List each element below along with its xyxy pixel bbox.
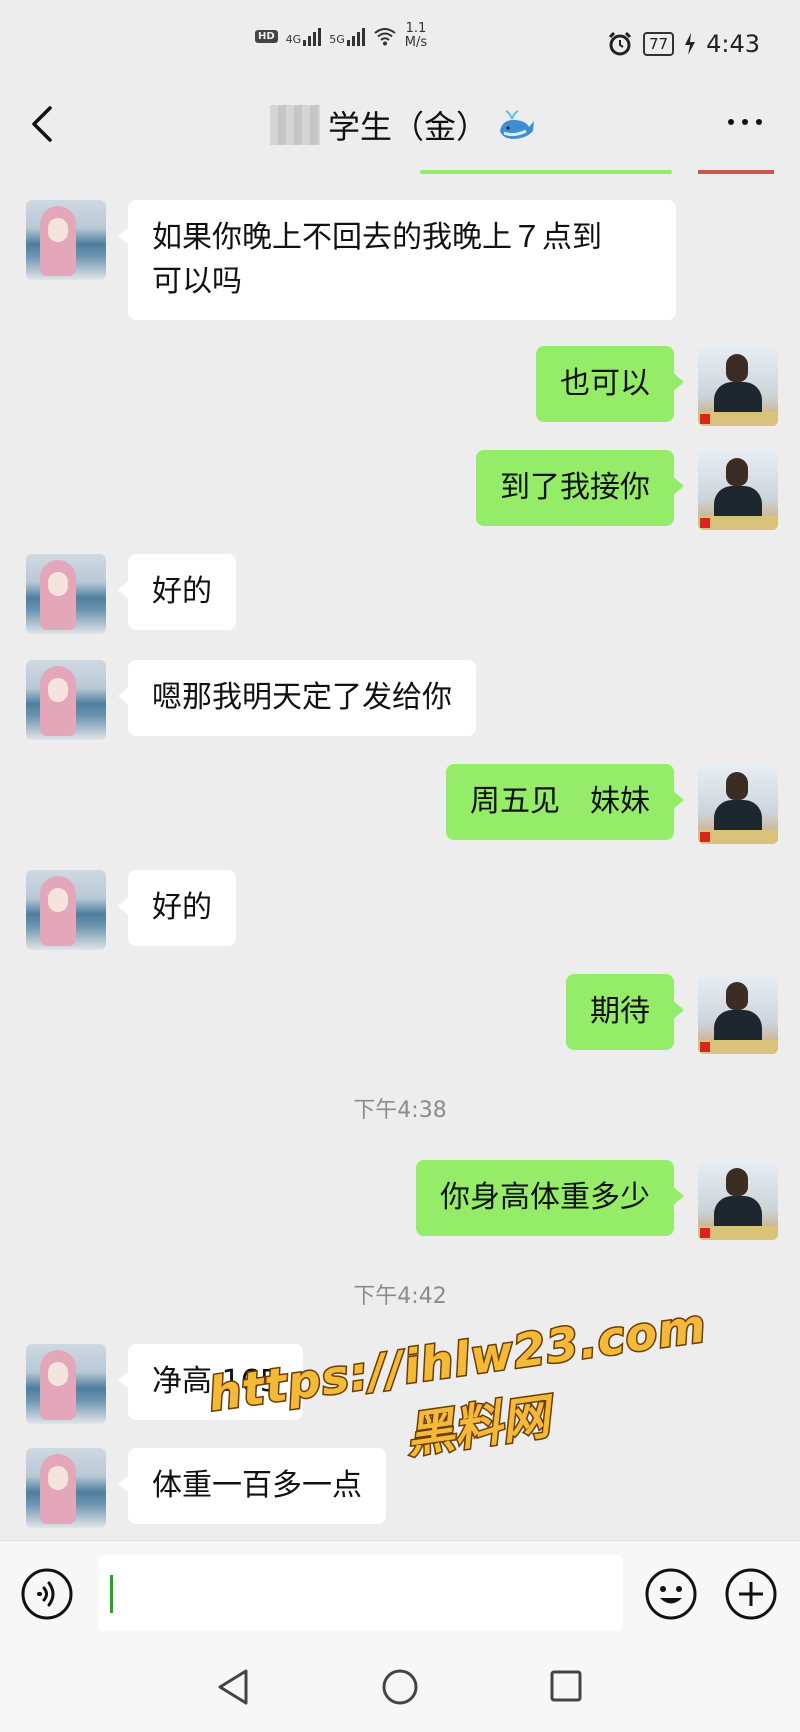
- message-bubble[interactable]: 嗯那我明天定了发给你: [118, 660, 476, 736]
- wifi-icon: [374, 28, 396, 46]
- system-nav-bar: [0, 1646, 800, 1732]
- my-avatar[interactable]: [698, 974, 778, 1054]
- status-indicators: HD 4G 5G 1.1 M/s: [255, 22, 427, 50]
- timestamp: 下午4:42: [353, 1284, 447, 1309]
- signal-4g-icon: 4G: [286, 26, 322, 46]
- message-list[interactable]: 如果你晚上不回去的我晚上７点到 可以吗 也可以 到了我接你 好的 嗯那我明天定了…: [0, 180, 800, 1540]
- message-text: 周五见 妹妹: [470, 784, 650, 819]
- nav-back-button[interactable]: [216, 1668, 250, 1706]
- nav-home-button[interactable]: [381, 1668, 419, 1706]
- message-text: 你身高体重多少: [440, 1180, 650, 1215]
- my-avatar[interactable]: [698, 764, 778, 844]
- timestamp: 下午4:38: [353, 1098, 447, 1123]
- message-bubble[interactable]: 也可以: [536, 346, 684, 422]
- message-text: 好的: [152, 574, 212, 609]
- emoji-button[interactable]: [644, 1567, 698, 1621]
- nav-recent-button[interactable]: [549, 1669, 583, 1703]
- message-bubble[interactable]: 好的: [118, 554, 236, 630]
- message-bubble[interactable]: 好的: [118, 870, 236, 946]
- chat-header: 学生（金）: [0, 90, 800, 174]
- contact-avatar[interactable]: [26, 870, 106, 950]
- my-avatar[interactable]: [698, 1160, 778, 1240]
- battery-indicator: 77: [643, 32, 675, 56]
- chat-title-wrap: 学生（金）: [270, 102, 536, 148]
- message-text: 净高 165: [152, 1364, 279, 1399]
- message-outgoing: 也可以: [0, 346, 800, 426]
- my-avatar[interactable]: [698, 450, 778, 530]
- text-caret: [110, 1575, 113, 1613]
- input-bar: [0, 1540, 800, 1646]
- message-bubble[interactable]: 你身高体重多少: [416, 1160, 684, 1236]
- status-right: 77 4:43: [607, 30, 760, 58]
- status-bar: HD 4G 5G 1.1 M/s 77 4:43: [0, 0, 800, 90]
- chat-title: 学生（金）: [328, 108, 489, 146]
- contact-avatar[interactable]: [26, 1448, 106, 1528]
- contact-avatar[interactable]: [26, 554, 106, 634]
- message-bubble[interactable]: 净高 165: [118, 1344, 303, 1420]
- message-text: 期待: [590, 994, 650, 1029]
- message-text: 好的: [152, 890, 212, 925]
- message-input[interactable]: [98, 1555, 623, 1631]
- signal-5g-icon: 5G: [329, 26, 365, 46]
- contact-avatar[interactable]: [26, 660, 106, 740]
- alarm-icon: [608, 31, 632, 56]
- previous-message-edge: [420, 170, 672, 174]
- blurred-name-block: [270, 105, 320, 145]
- contact-avatar[interactable]: [26, 1344, 106, 1424]
- message-text-line: 可以吗: [152, 264, 242, 299]
- message-outgoing: 周五见 妹妹: [0, 764, 800, 844]
- message-text-line: 如果你晚上不回去的我晚上７点到: [152, 220, 602, 255]
- voice-button[interactable]: [20, 1567, 74, 1621]
- message-outgoing: 你身高体重多少: [0, 1160, 800, 1240]
- network-speed-value: 1.1: [405, 21, 427, 36]
- message-incoming: 嗯那我明天定了发给你: [0, 660, 800, 740]
- hd-badge: HD: [255, 29, 278, 43]
- clock: 4:43: [706, 30, 760, 58]
- message-incoming: 如果你晚上不回去的我晚上７点到 可以吗: [0, 200, 800, 320]
- network-speed-unit: M/s: [404, 35, 428, 50]
- plus-button[interactable]: [724, 1567, 778, 1621]
- back-button[interactable]: [24, 102, 64, 146]
- previous-avatar-edge: [698, 170, 774, 174]
- message-incoming: 好的: [0, 554, 800, 634]
- message-incoming: 好的: [0, 870, 800, 950]
- message-incoming: 体重一百多一点: [0, 1448, 800, 1528]
- message-text: 到了我接你: [500, 470, 650, 505]
- my-avatar[interactable]: [698, 346, 778, 426]
- message-bubble[interactable]: 到了我接你: [476, 450, 684, 526]
- message-text: 也可以: [560, 366, 650, 401]
- contact-avatar[interactable]: [26, 200, 106, 280]
- whale-emoji-icon: [500, 110, 535, 139]
- network-speed: 1.1 M/s: [405, 22, 427, 50]
- message-bubble[interactable]: 如果你晚上不回去的我晚上７点到 可以吗: [118, 200, 676, 320]
- message-outgoing: 期待: [0, 974, 800, 1054]
- charging-icon: [685, 33, 696, 55]
- message-outgoing: 到了我接你: [0, 450, 800, 530]
- message-incoming: 净高 165: [0, 1344, 800, 1424]
- message-text: 嗯那我明天定了发给你: [152, 680, 452, 715]
- more-options-button[interactable]: [725, 112, 765, 132]
- message-bubble[interactable]: 周五见 妹妹: [446, 764, 684, 840]
- message-bubble[interactable]: 体重一百多一点: [118, 1448, 386, 1524]
- message-bubble[interactable]: 期待: [566, 974, 684, 1050]
- message-text: 体重一百多一点: [152, 1468, 362, 1503]
